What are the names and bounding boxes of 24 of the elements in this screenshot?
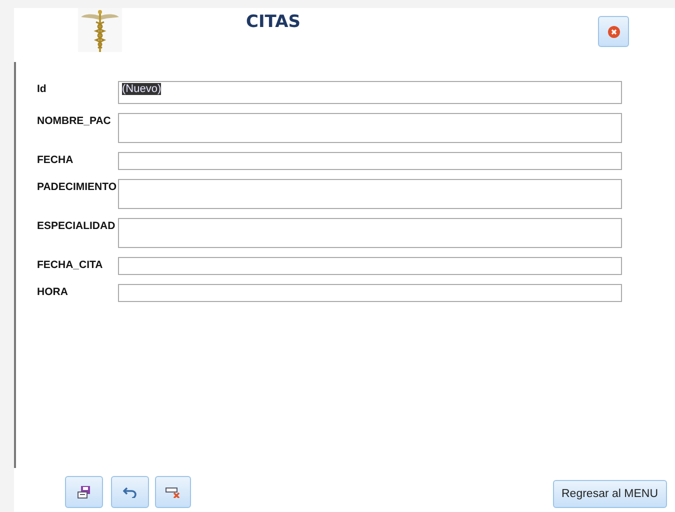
close-icon: [608, 26, 620, 38]
menu-button[interactable]: Regresar al MENU: [552, 480, 667, 508]
field-label: FECHA: [37, 153, 74, 166]
field-label: FECHA_CITA: [37, 258, 104, 271]
delete-button[interactable]: [155, 476, 191, 508]
field-label: NOMBRE_PAC: [37, 114, 112, 127]
form-title: CITAS: [246, 12, 300, 32]
undo-button[interactable]: [111, 476, 149, 508]
field-label: Id: [37, 82, 48, 95]
close-button[interactable]: [598, 16, 629, 47]
input-field[interactable]: [118, 284, 622, 302]
input-field[interactable]: [118, 257, 622, 275]
input-field[interactable]: [118, 179, 622, 209]
save-icon: [77, 485, 91, 499]
input-field[interactable]: [118, 113, 622, 143]
save-button[interactable]: [65, 476, 103, 508]
field-label: PADECIMIENTO: [37, 180, 118, 193]
input-field[interactable]: (Nuevo): [118, 81, 622, 104]
delete-record-icon: [165, 486, 181, 498]
input-field[interactable]: [118, 152, 622, 170]
input-field[interactable]: [118, 218, 622, 248]
field-label: ESPECIALIDAD: [37, 219, 116, 232]
field-label: HORA: [37, 285, 69, 298]
undo-icon: [123, 486, 137, 498]
